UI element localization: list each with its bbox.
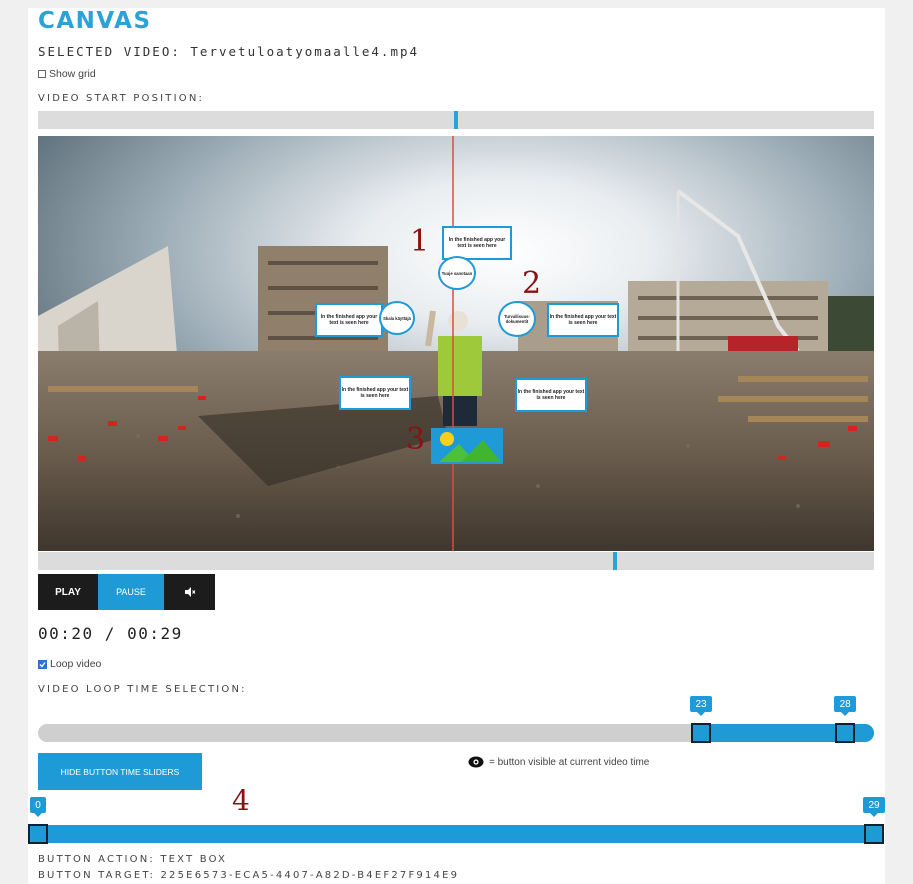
- loop-start-tooltip: 23: [690, 696, 713, 716]
- start-position-thumb[interactable]: [454, 111, 458, 129]
- overlay-circle-text: Tuuje sanotaan: [441, 270, 473, 276]
- checkmark-icon: [39, 661, 46, 667]
- marker-1: 1: [410, 224, 430, 259]
- overlay-textbox[interactable]: In the finished app your text is seen he…: [315, 303, 383, 337]
- overlay-textbox-text: In the finished app your text is seen he…: [448, 237, 506, 249]
- overlay-textbox-text: In the finished app your text is seen he…: [320, 314, 378, 326]
- button-target-label: BUTTON TARGET: 225E6573-ECA5-4407-A82D-B…: [38, 870, 460, 881]
- hide-button-time-sliders-button[interactable]: HIDE BUTTON TIME SLIDERS: [38, 753, 202, 790]
- button-end-handle[interactable]: [864, 824, 884, 844]
- speaker-mute-icon: [184, 587, 195, 597]
- visibility-legend: = button visible at current video time: [468, 756, 649, 768]
- overlay-circle-button[interactable]: Turvallisuus-dokumentit: [498, 301, 536, 337]
- loop-end-handle[interactable]: [835, 723, 856, 743]
- overlay-textbox[interactable]: In the finished app your text is seen he…: [339, 376, 411, 410]
- loop-video-box[interactable]: [38, 659, 47, 669]
- playback-progress-bar[interactable]: [38, 552, 874, 570]
- play-button[interactable]: PLAY: [38, 574, 98, 610]
- overlay-textbox[interactable]: In the finished app your text is seen he…: [442, 226, 512, 260]
- show-grid-checkbox[interactable]: Show grid: [38, 68, 96, 80]
- button-action-label: BUTTON ACTION: TEXT BOX: [38, 854, 228, 865]
- overlay-textbox-text: In the finished app your text is seen he…: [341, 387, 409, 399]
- page-title: CANVAS: [38, 8, 152, 34]
- loop-selection-label: VIDEO LOOP TIME SELECTION:: [38, 684, 247, 695]
- overlay-textbox-text: In the finished app your text is seen he…: [517, 389, 585, 401]
- button-time-slider[interactable]: [38, 825, 874, 843]
- overlay-circle-button[interactable]: Skala käyttäjä: [379, 301, 415, 335]
- button-start-handle[interactable]: [28, 824, 48, 844]
- button-start-tooltip: 0: [30, 797, 46, 817]
- eye-icon: [468, 756, 484, 768]
- marker-3: 3: [406, 422, 426, 457]
- start-position-label: VIDEO START POSITION:: [38, 93, 205, 104]
- pause-button[interactable]: PAUSE: [98, 574, 164, 610]
- playback-position-thumb[interactable]: [612, 552, 617, 570]
- overlay-textbox[interactable]: In the finished app your text is seen he…: [515, 378, 587, 412]
- show-grid-label: Show grid: [49, 68, 96, 80]
- show-grid-box[interactable]: [38, 70, 46, 78]
- loop-video-checkbox[interactable]: Loop video: [38, 658, 101, 670]
- loop-end-tooltip: 28: [834, 696, 857, 716]
- loop-video-label: Loop video: [50, 658, 102, 670]
- video-frame[interactable]: In the finished app your text is seen he…: [38, 136, 874, 551]
- legend-text: = button visible at current video time: [489, 756, 650, 768]
- time-display: 00:20 / 00:29: [38, 624, 183, 643]
- mute-button[interactable]: [164, 574, 215, 610]
- overlay-textbox[interactable]: In the finished app your text is seen he…: [547, 303, 619, 337]
- overlay-textbox-text: In the finished app your text is seen he…: [549, 314, 617, 326]
- image-button-icon[interactable]: [431, 428, 503, 464]
- button-end-tooltip: 29: [863, 797, 885, 817]
- marker-2: 2: [522, 266, 542, 301]
- video-scene: [38, 136, 874, 551]
- selected-video-label: SELECTED VIDEO: Tervetuloatyomaalle4.mp4: [38, 44, 420, 59]
- overlay-circle-button[interactable]: Tuuje sanotaan: [438, 256, 476, 290]
- loop-start-handle[interactable]: [691, 723, 712, 743]
- overlay-circle-text: Skala käyttäjä: [383, 315, 411, 321]
- overlay-circle-text: Turvallisuus-dokumentit: [504, 314, 530, 324]
- marker-4: 4: [232, 784, 250, 817]
